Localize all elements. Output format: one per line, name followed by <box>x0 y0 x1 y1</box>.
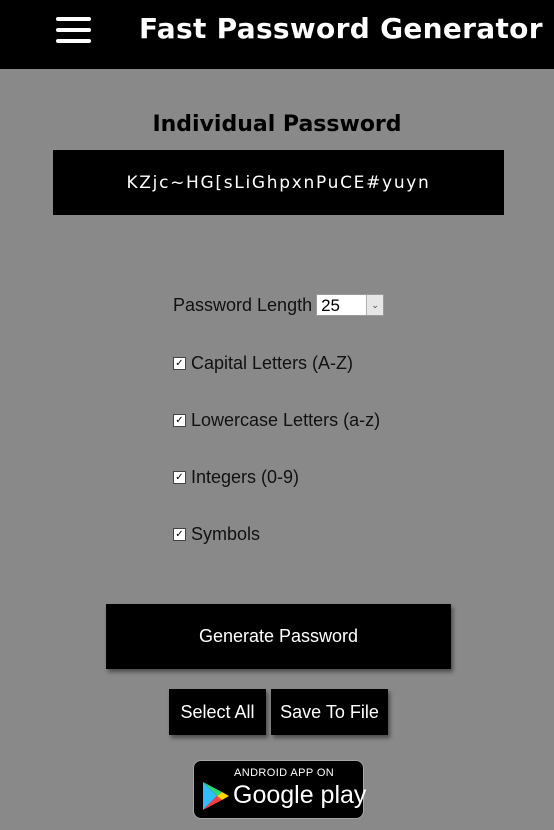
chevron-down-icon: ⌄ <box>366 295 384 315</box>
option-lowercase-letters[interactable]: ✓ Lowercase Letters (a-z) <box>173 410 380 431</box>
password-display: KZjc~HG[sLiGhpxnPuCE#yuyn <box>53 150 504 215</box>
integers-checkbox[interactable]: ✓ <box>173 471 186 484</box>
app-title: Fast Password Generator <box>139 12 543 45</box>
password-length-label: Password Length <box>173 294 313 315</box>
save-to-file-button[interactable]: Save To File <box>271 689 388 735</box>
password-length-select[interactable]: 25 ⌄ <box>316 294 385 316</box>
app-header: Fast Password Generator <box>0 0 554 69</box>
google-play-badge[interactable]: ANDROID APP ON Google play <box>193 760 367 819</box>
badge-bottom-text: Google play <box>233 781 367 809</box>
generate-password-button[interactable]: Generate Password <box>106 604 451 669</box>
password-length-value: 25 <box>321 296 341 315</box>
section-title: Individual Password <box>152 112 402 137</box>
lowercase-letters-label: Lowercase Letters (a-z) <box>191 410 381 430</box>
badge-top-text: ANDROID APP ON <box>234 767 335 779</box>
option-symbols[interactable]: ✓ Symbols <box>173 524 260 545</box>
lowercase-letters-checkbox[interactable]: ✓ <box>173 414 186 427</box>
password-length-row: Password Length 25 ⌄ <box>173 294 385 316</box>
capital-letters-label: Capital Letters (A-Z) <box>191 353 354 373</box>
symbols-label: Symbols <box>191 524 261 544</box>
select-all-button[interactable]: Select All <box>169 689 266 735</box>
capital-letters-checkbox[interactable]: ✓ <box>173 357 186 370</box>
option-capital-letters[interactable]: ✓ Capital Letters (A-Z) <box>173 353 353 374</box>
generated-password[interactable]: KZjc~HG[sLiGhpxnPuCE#yuyn <box>126 173 430 193</box>
integers-label: Integers (0-9) <box>191 467 300 487</box>
option-integers[interactable]: ✓ Integers (0-9) <box>173 467 299 488</box>
google-play-icon <box>203 782 229 810</box>
hamburger-menu-icon[interactable] <box>56 17 91 44</box>
symbols-checkbox[interactable]: ✓ <box>173 528 186 541</box>
